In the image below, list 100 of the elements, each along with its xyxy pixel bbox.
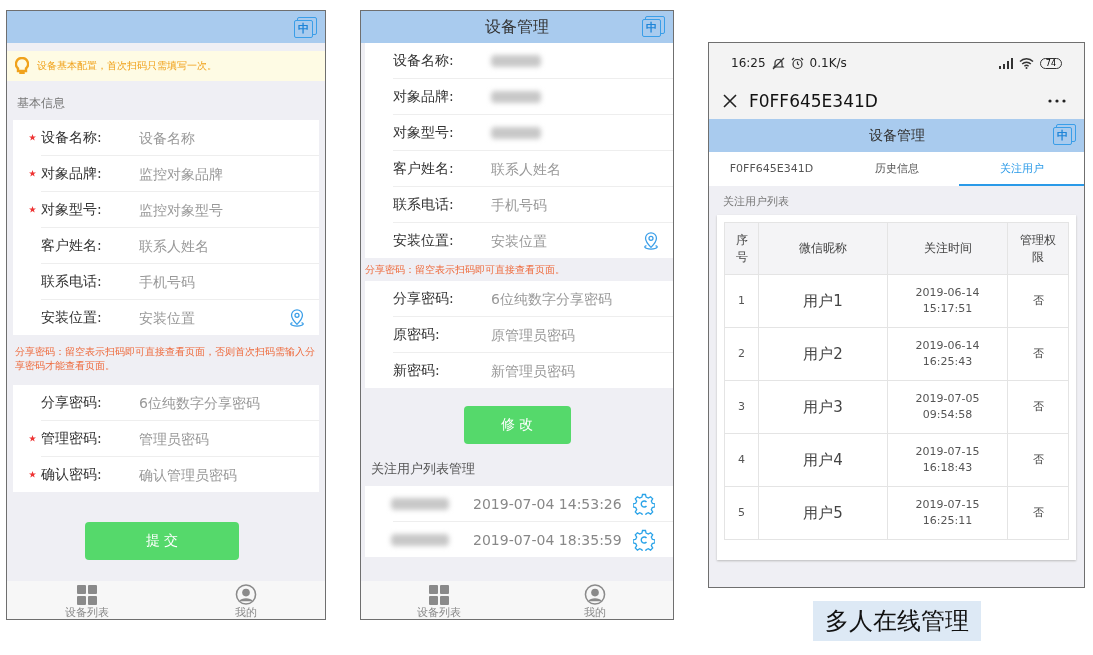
close-icon[interactable]: [723, 94, 737, 108]
table-cell: 1: [724, 274, 759, 328]
hint-text: 分享密码：留空表示扫码即可直接查看页面，否则首次扫码需输入分享密码才能查看页面。: [14, 345, 316, 373]
page-title: 设备管理: [485, 16, 549, 38]
column-header: 关注时间: [887, 222, 1008, 275]
tab-label[interactable]: 我的: [234, 606, 257, 619]
field-label: 原密码:: [393, 325, 441, 344]
input-field[interactable]: 安装位置: [491, 232, 641, 249]
field-label: 安装位置:: [41, 308, 103, 327]
muted-bell-icon: [771, 56, 785, 70]
follow-time: 2019-07-04 14:53:26: [473, 495, 623, 512]
notice-text: 设备基本配置，首次扫码只需填写一次。: [37, 59, 217, 73]
field-label: 联系电话:: [41, 272, 103, 291]
blurred-name: [391, 533, 449, 546]
tab-label[interactable]: 设备列表: [64, 606, 109, 619]
field-label: 确认密码:: [41, 465, 103, 484]
field-label: 客户姓名:: [41, 236, 103, 255]
blurred-value: [491, 90, 541, 103]
location-pin-icon[interactable]: [287, 307, 307, 328]
section-title: 基本信息: [16, 95, 66, 112]
tab-label[interactable]: 我的: [584, 606, 606, 619]
input-field[interactable]: 新管理员密码: [491, 362, 673, 379]
field-label: 分享密码:: [41, 393, 103, 412]
field-label: 新密码:: [393, 361, 441, 380]
grid-icon[interactable]: [429, 585, 449, 605]
input-field[interactable]: 设备名称: [139, 129, 319, 146]
field-label: 对象型号:: [393, 123, 455, 142]
blurred-value: [491, 54, 541, 67]
user-icon[interactable]: [234, 584, 257, 605]
input-field[interactable]: 原管理员密码: [491, 326, 673, 343]
input-field[interactable]: 确认管理员密码: [139, 466, 319, 483]
table-cell: 否: [1007, 433, 1069, 487]
wifi-icon: [1018, 57, 1034, 69]
blurred-value: [491, 126, 541, 139]
table-cell: 否: [1007, 380, 1069, 434]
table-cell: 2: [724, 327, 759, 381]
input-field[interactable]: 监控对象品牌: [139, 165, 319, 182]
table-cell: 用户2: [758, 327, 888, 381]
section-title: 关注用户列表: [722, 194, 790, 210]
signal-icon: [998, 57, 1013, 69]
field-label: 设备名称:: [41, 128, 103, 147]
lightbulb-icon: [15, 57, 29, 75]
column-header: 微信昵称: [758, 222, 888, 275]
column-header: 序号: [724, 222, 759, 275]
table-cell: 否: [1007, 327, 1069, 381]
field-label: 安装位置:: [393, 231, 455, 250]
page-title: 设备管理: [868, 126, 925, 145]
submit-button[interactable]: 提 交: [85, 522, 239, 560]
field-label: 联系电话:: [393, 195, 455, 214]
modify-button[interactable]: 修 改: [463, 406, 571, 444]
grid-icon[interactable]: [76, 585, 97, 605]
table-cell: 5: [724, 486, 759, 540]
table-cell: 3: [724, 380, 759, 434]
caption: 多人在线管理: [812, 601, 981, 641]
network-speed: 0.1K/s: [809, 56, 847, 70]
input-field[interactable]: 监控对象型号: [139, 201, 319, 218]
follow-time: 2019-07-04 18:35:59: [473, 531, 623, 548]
blurred-name: [391, 497, 449, 510]
language-icon[interactable]: 中: [294, 16, 317, 38]
table-cell: 否: [1007, 274, 1069, 328]
table-cell: 用户4: [758, 433, 888, 487]
table-cell: 否: [1007, 486, 1069, 540]
input-field[interactable]: 6位纯数字分享密码: [139, 394, 319, 411]
input-field[interactable]: 手机号码: [491, 196, 673, 213]
input-field[interactable]: 手机号码: [139, 273, 319, 290]
section-title: 关注用户列表管理: [370, 460, 476, 478]
window-title: F0FF645E341D: [749, 91, 879, 111]
settings-icon[interactable]: [633, 528, 655, 551]
column-header: 管理权限: [1007, 222, 1069, 275]
table-cell: 2019-06-14 16:25:43: [887, 327, 1008, 381]
table-cell: 2019-07-15 16:18:43: [887, 433, 1008, 487]
alarm-icon: [790, 56, 804, 70]
hint-text: 分享密码：留空表示扫码即可直接查看页面。: [364, 263, 566, 277]
input-field[interactable]: 6位纯数字分享密码: [491, 290, 673, 307]
input-field[interactable]: 管理员密码: [139, 430, 319, 447]
field-label: 对象品牌:: [393, 87, 455, 106]
table-cell: 4: [724, 433, 759, 487]
field-label: 设备名称:: [393, 51, 455, 70]
table-cell: 2019-07-05 09:54:58: [887, 380, 1008, 434]
input-field[interactable]: 联系人姓名: [139, 237, 319, 254]
tab-label[interactable]: 设备列表: [417, 606, 461, 619]
field-label: 对象型号:: [41, 200, 103, 219]
field-label: 对象品牌:: [41, 164, 103, 183]
field-label: 管理密码:: [41, 429, 103, 448]
table-cell: 2019-06-14 15:17:51: [887, 274, 1008, 328]
settings-icon[interactable]: [633, 492, 655, 515]
location-pin-icon[interactable]: [641, 230, 661, 251]
table-cell: 用户3: [758, 380, 888, 434]
more-icon[interactable]: [1048, 99, 1066, 103]
input-field[interactable]: 联系人姓名: [491, 160, 673, 177]
clock-time: 16:25: [731, 56, 766, 70]
table-cell: 用户5: [758, 486, 888, 540]
field-label: 分享密码:: [393, 289, 455, 308]
language-icon[interactable]: 中: [1053, 124, 1076, 145]
table-cell: 2019-07-15 16:25:11: [887, 486, 1008, 540]
input-field[interactable]: 安装位置: [139, 309, 287, 326]
user-icon[interactable]: [584, 584, 606, 605]
language-icon[interactable]: 中: [642, 16, 665, 37]
table-cell: 用户1: [758, 274, 888, 328]
field-label: 客户姓名:: [393, 159, 455, 178]
